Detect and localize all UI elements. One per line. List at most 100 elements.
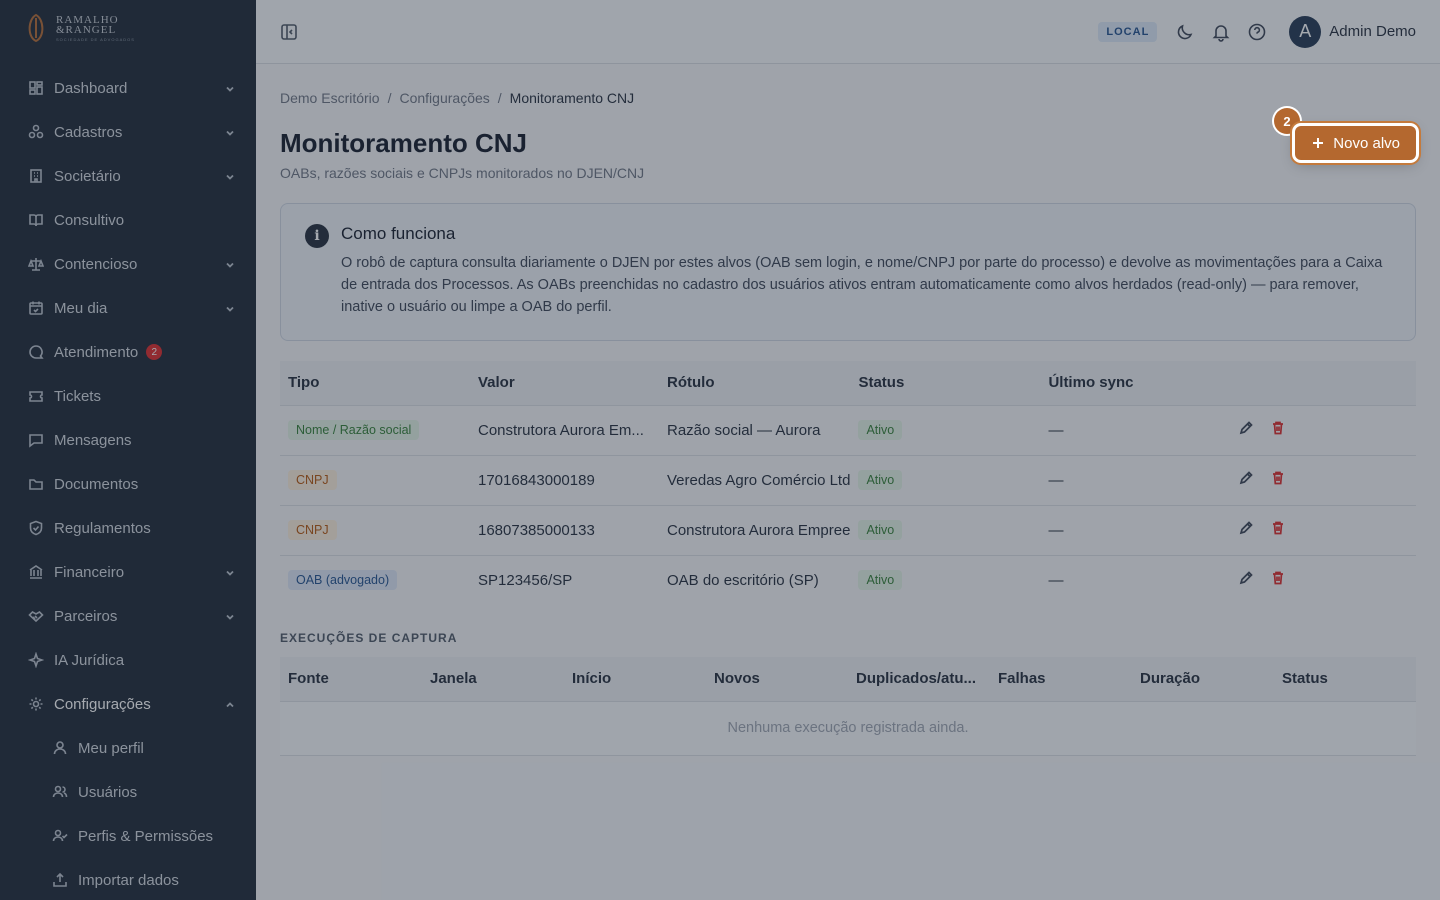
dashboard-icon xyxy=(28,80,44,96)
sidebar-item-consultivo[interactable]: Consultivo xyxy=(0,198,256,242)
sidebar-subitem-meu-perfil[interactable]: Meu perfil xyxy=(0,726,256,770)
table-header-row: Fonte Janela Início Novos Duplicados/atu… xyxy=(280,657,1416,701)
cell-status: Ativo xyxy=(850,454,1041,505)
sidebar-item-label: Cadastros xyxy=(54,123,123,141)
gear-icon xyxy=(28,696,44,712)
chat-icon xyxy=(28,344,44,360)
chevron-down-icon xyxy=(224,170,236,182)
user-icon xyxy=(52,740,68,756)
empty-state: Nenhuma execução registrada ainda. xyxy=(280,700,1416,756)
sidebar-item-financeiro[interactable]: Financeiro xyxy=(0,550,256,594)
targets-table: Tipo Valor Rótulo Status Último sync Nom… xyxy=(280,361,1416,605)
sidebar-item-label: Meu perfil xyxy=(78,739,144,757)
pencil-icon[interactable] xyxy=(1238,470,1254,490)
moon-icon[interactable] xyxy=(1175,22,1195,42)
col-header-janela: Janela xyxy=(422,657,564,701)
sidebar-subitem-usuarios[interactable]: Usuários xyxy=(0,770,256,814)
brand-logo[interactable]: RAMALHO &RANGEL SOCIEDADE DE ADVOGADOS xyxy=(0,0,256,56)
sidebar-item-ia-juridica[interactable]: IA Jurídica xyxy=(0,638,256,682)
new-target-label: Novo alvo xyxy=(1333,134,1400,152)
col-header-actions xyxy=(1230,361,1416,405)
sidebar-item-dashboard[interactable]: Dashboard xyxy=(0,66,256,110)
table-row: CNPJ 16807385000133 Construtora Aurora E… xyxy=(280,504,1416,555)
sidebar-item-tickets[interactable]: Tickets xyxy=(0,374,256,418)
sidebar-item-label-wrap: Atendimento 2 xyxy=(54,344,236,361)
col-header-novos: Novos xyxy=(706,657,848,701)
cell-valor: 17016843000189 xyxy=(470,454,659,505)
trash-icon[interactable] xyxy=(1270,420,1286,440)
sidebar-item-societario[interactable]: Societário xyxy=(0,154,256,198)
user-name[interactable]: Admin Demo xyxy=(1329,23,1416,40)
cell-valor: 16807385000133 xyxy=(470,504,659,555)
book-icon xyxy=(28,212,44,228)
cell-valor: Construtora Aurora Em... xyxy=(470,404,659,455)
type-pill: Nome / Razão social xyxy=(288,420,420,440)
users-icon xyxy=(52,784,68,800)
cell-sync: — xyxy=(1040,454,1231,505)
table-row: OAB (advogado) SP123456/SP OAB do escrit… xyxy=(280,554,1416,605)
pencil-icon[interactable] xyxy=(1238,520,1254,540)
pencil-icon[interactable] xyxy=(1238,570,1254,590)
sidebar-item-label: Atendimento xyxy=(54,343,139,361)
user-check-icon xyxy=(52,828,68,844)
cell-tipo: CNPJ xyxy=(280,454,470,505)
plus-icon xyxy=(1313,138,1324,148)
col-header-tipo: Tipo xyxy=(280,361,470,405)
sidebar-subitem-perfis-permissoes[interactable]: Perfis & Permissões xyxy=(0,814,256,858)
env-badge: LOCAL xyxy=(1098,21,1158,42)
trash-icon[interactable] xyxy=(1270,520,1286,540)
sidebar-item-contencioso[interactable]: Contencioso xyxy=(0,242,256,286)
cell-tipo: OAB (advogado) xyxy=(280,554,470,605)
sidebar-item-label: Usuários xyxy=(78,783,138,801)
bell-icon[interactable] xyxy=(1211,22,1231,42)
cell-status: Ativo xyxy=(850,554,1041,605)
sidebar-item-label: Dashboard xyxy=(54,79,128,97)
message-icon xyxy=(28,432,44,448)
sidebar-item-cadastros[interactable]: Cadastros xyxy=(0,110,256,154)
brand-tagline: SOCIEDADE DE ADVOGADOS xyxy=(56,36,135,42)
chevron-down-icon xyxy=(224,566,236,578)
sidebar-item-mensagens[interactable]: Mensagens xyxy=(0,418,256,462)
bank-icon xyxy=(28,564,44,580)
sidebar-nav: Dashboard Cadastros Societário Consultiv… xyxy=(0,66,256,900)
upload-icon xyxy=(52,872,68,888)
calendar-icon xyxy=(28,300,44,316)
sidebar-item-regulamentos[interactable]: Regulamentos xyxy=(0,506,256,550)
sidebar-item-label: Tickets xyxy=(54,387,101,405)
cell-actions xyxy=(1230,454,1416,505)
sidebar-item-configuracoes[interactable]: Configurações xyxy=(0,682,256,726)
sidebar-item-label: Regulamentos xyxy=(54,519,151,537)
sidebar-item-meu-dia[interactable]: Meu dia xyxy=(0,286,256,330)
col-header-fonte: Fonte xyxy=(280,657,422,701)
sidebar-item-label: Importar dados xyxy=(78,871,179,889)
sidebar-toggle-icon[interactable] xyxy=(280,23,298,41)
status-badge: Ativo xyxy=(858,520,903,540)
sidebar-item-parceiros[interactable]: Parceiros xyxy=(0,594,256,638)
chevron-down-icon xyxy=(224,126,236,138)
sidebar-item-label: Meu dia xyxy=(54,299,108,317)
logo-mark-icon xyxy=(28,13,44,43)
trash-icon[interactable] xyxy=(1270,470,1286,490)
avatar[interactable]: A xyxy=(1289,15,1322,48)
sidebar-item-atendimento[interactable]: Atendimento 2 xyxy=(0,330,256,374)
chevron-down-icon xyxy=(224,610,236,622)
cell-status: Ativo xyxy=(850,404,1041,455)
new-target-button[interactable]: Novo alvo xyxy=(1295,126,1416,160)
pencil-icon[interactable] xyxy=(1238,420,1254,440)
empty-row: Nenhuma execução registrada ainda. xyxy=(280,700,1416,756)
col-header-status: Status xyxy=(1274,657,1416,701)
chevron-down-icon xyxy=(224,258,236,270)
help-icon[interactable] xyxy=(1247,22,1267,42)
table-header-row: Tipo Valor Rótulo Status Último sync xyxy=(280,361,1416,405)
sidebar-item-label: Financeiro xyxy=(54,563,125,581)
chevron-up-icon xyxy=(224,698,236,710)
table-row: CNPJ 17016843000189 Veredas Agro Comérci… xyxy=(280,454,1416,505)
sidebar-item-label: Parceiros xyxy=(54,607,118,625)
sidebar-item-documentos[interactable]: Documentos xyxy=(0,462,256,506)
sidebar-subitem-importar-dados[interactable]: Importar dados xyxy=(0,858,256,900)
col-header-ultimo-sync: Último sync xyxy=(1040,361,1231,405)
cell-rotulo: OAB do escritório (SP) xyxy=(659,554,851,605)
notification-badge: 2 xyxy=(146,344,163,360)
trash-icon[interactable] xyxy=(1270,570,1286,590)
col-header-rotulo: Rótulo xyxy=(659,361,851,405)
